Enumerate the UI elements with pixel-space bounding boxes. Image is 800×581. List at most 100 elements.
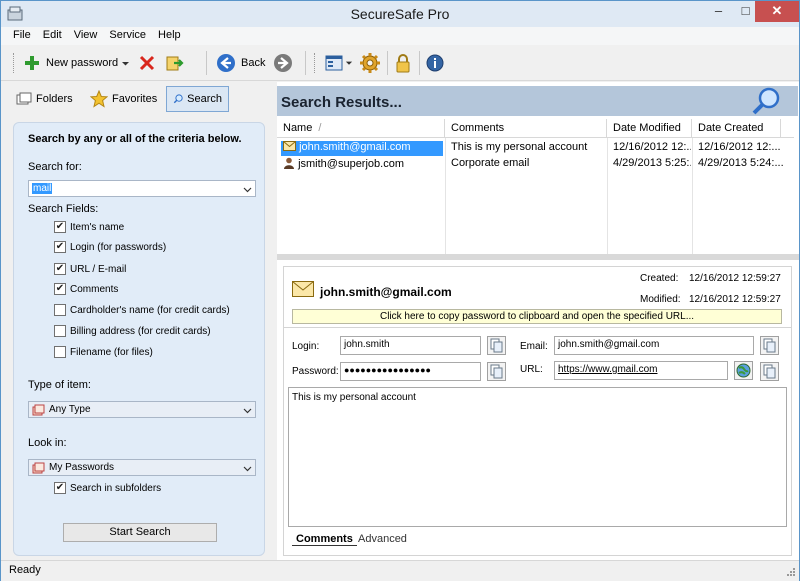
look-in-select[interactable]: My Passwords: [28, 459, 256, 476]
new-password-button[interactable]: New password: [23, 52, 118, 74]
magnifier-icon: [752, 87, 780, 115]
about-button[interactable]: [426, 52, 444, 74]
email-label: Email:: [520, 341, 548, 352]
menu-bar: File Edit View Service Help: [1, 27, 799, 45]
minimize-button[interactable]: –: [705, 1, 732, 22]
url-label: URL:: [520, 364, 543, 375]
toolbar-grip[interactable]: [314, 53, 317, 73]
login-field[interactable]: john.smith: [340, 336, 481, 355]
globe-icon: [736, 363, 751, 378]
checkbox[interactable]: ✔: [54, 241, 66, 253]
toolbar: New password Back: [1, 45, 799, 81]
back-button[interactable]: Back: [216, 52, 265, 74]
field-checkbox-items-name[interactable]: ✔ Item's name: [54, 221, 124, 233]
field-checkbox-login[interactable]: ✔ Login (for passwords): [54, 241, 166, 253]
export-button[interactable]: [165, 52, 185, 74]
column-name[interactable]: Name /: [277, 119, 445, 137]
table-row[interactable]: jsmith@superjob.com Corporate email 4/29…: [277, 156, 794, 172]
detail-separator: [284, 327, 791, 328]
tab-search[interactable]: Search: [166, 86, 229, 112]
user-icon: [284, 157, 294, 169]
subfolders-checkbox[interactable]: ✔ Search in subfolders: [54, 482, 161, 494]
row-name-cell[interactable]: john.smith@gmail.com: [281, 141, 443, 156]
toolbar-grip[interactable]: [13, 53, 16, 73]
copy-password-button[interactable]: [487, 362, 506, 381]
open-url-button[interactable]: [734, 361, 753, 380]
search-input[interactable]: mail: [28, 180, 256, 197]
notes-textarea[interactable]: This is my personal account: [288, 387, 787, 527]
results-list-header: Name / Comments Date Modified Date Create…: [277, 119, 794, 138]
password-field[interactable]: ●●●●●●●●●●●●●●●●: [340, 362, 481, 381]
checkbox[interactable]: [54, 304, 66, 316]
menu-edit[interactable]: Edit: [37, 27, 68, 41]
resize-grip-icon[interactable]: [785, 568, 796, 579]
toolbar-separator: [305, 51, 306, 75]
chevron-down-icon[interactable]: [243, 464, 252, 473]
email-field[interactable]: john.smith@gmail.com: [554, 336, 754, 355]
field-checkbox-comments[interactable]: ✔ Comments: [54, 283, 118, 295]
plus-icon: [25, 56, 39, 70]
lock-button[interactable]: [394, 52, 412, 74]
delete-button[interactable]: [138, 52, 156, 74]
settings-button[interactable]: [359, 52, 381, 74]
checkbox[interactable]: [54, 346, 66, 358]
status-text: Ready: [9, 564, 41, 576]
chevron-down-icon: [122, 61, 129, 65]
field-checkbox-cardholder[interactable]: Cardholder's name (for credit cards): [54, 304, 230, 316]
forward-button[interactable]: [273, 52, 293, 74]
copy-url-button[interactable]: [760, 362, 779, 381]
search-heading: Search by any or all of the criteria bel…: [28, 133, 242, 145]
search-panel: Search by any or all of the criteria bel…: [13, 122, 265, 556]
menu-service[interactable]: Service: [103, 27, 152, 41]
window-view-icon: [325, 55, 343, 71]
type-of-item-label: Type of item:: [28, 379, 91, 391]
close-window-button[interactable]: ✕: [755, 1, 799, 22]
row-comments-cell: Corporate email: [451, 157, 530, 169]
field-checkbox-filename[interactable]: Filename (for files): [54, 346, 153, 358]
menu-help[interactable]: Help: [152, 27, 187, 41]
menu-file[interactable]: File: [1, 27, 37, 41]
copy-icon: [763, 364, 776, 379]
column-date-created[interactable]: Date Created: [692, 119, 781, 137]
copy-login-button[interactable]: [487, 336, 506, 355]
menu-view[interactable]: View: [68, 27, 104, 41]
look-in-label: Look in:: [28, 437, 67, 449]
pane-splitter[interactable]: [277, 254, 799, 260]
view-button[interactable]: [325, 52, 353, 74]
checkbox[interactable]: ✔: [54, 263, 66, 275]
new-password-dropdown[interactable]: [121, 52, 130, 74]
export-icon: [166, 56, 184, 71]
tab-advanced[interactable]: Advanced: [354, 533, 411, 545]
search-for-label: Search for:: [28, 161, 82, 173]
delete-icon: [139, 55, 155, 71]
start-search-button[interactable]: Start Search: [63, 523, 217, 542]
chevron-down-icon[interactable]: [243, 406, 252, 415]
checkbox[interactable]: ✔: [54, 283, 66, 295]
detail-title: john.smith@gmail.com: [320, 285, 452, 299]
copy-icon: [490, 364, 503, 379]
forward-arrow-icon: [274, 54, 292, 72]
checkbox[interactable]: [54, 325, 66, 337]
copy-email-button[interactable]: [760, 336, 779, 355]
copy-password-bar[interactable]: Click here to copy password to clipboard…: [292, 309, 782, 324]
search-icon: [173, 94, 183, 104]
table-row[interactable]: john.smith@gmail.com This is my personal…: [277, 140, 794, 156]
copy-icon: [763, 338, 776, 353]
checkbox[interactable]: ✔: [54, 482, 66, 494]
tab-folders[interactable]: Folders: [9, 86, 83, 112]
lock-icon: [396, 54, 410, 73]
tab-comments[interactable]: Comments: [292, 533, 357, 546]
app-window: SecureSafe Pro – □ ✕ File Edit View Service…: [0, 0, 800, 581]
type-of-item-select[interactable]: Any Type: [28, 401, 256, 418]
column-date-modified[interactable]: Date Modified: [607, 119, 692, 137]
field-checkbox-url[interactable]: ✔ URL / E-mail: [54, 263, 126, 275]
column-comments[interactable]: Comments: [445, 119, 607, 137]
row-modified-cell: 12/16/2012 12:...: [613, 141, 691, 153]
tab-favorites[interactable]: Favorites: [83, 86, 165, 112]
checkbox[interactable]: ✔: [54, 221, 66, 233]
items-icon: [32, 404, 45, 415]
field-checkbox-billing[interactable]: Billing address (for credit cards): [54, 325, 211, 337]
url-field[interactable]: https://www.gmail.com: [554, 361, 728, 380]
chevron-down-icon[interactable]: [243, 185, 252, 194]
row-name-cell[interactable]: jsmith@superjob.com: [281, 157, 443, 170]
